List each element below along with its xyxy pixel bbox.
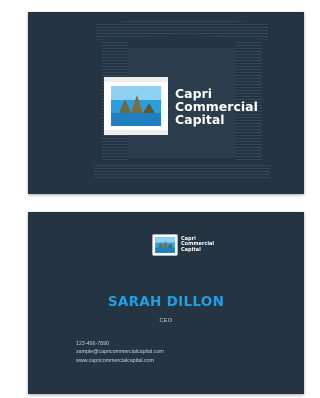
business-card-front: Capri Commercial Capital [28,12,304,194]
logo-text-small: Capri Commercial Capital [181,236,214,253]
phone-number: 123-456-7890 [76,341,109,347]
website-url: www.capricommercialcapital.com [76,357,155,364]
company-logo-small: Capri Commercial Capital [152,232,214,258]
person-title: CEO [159,318,173,324]
email-address: sample@capricommercialcapital.com [76,349,164,356]
contact-info: 123-456-7890 sample@capricommercialcapit… [76,340,164,365]
logo-line-2: Commercial [175,98,258,114]
capri-logo-badge-icon [104,77,168,135]
capri-logo-badge-icon [152,234,178,256]
logo-line-1: Capri [175,85,213,101]
business-card-back: Capri Commercial Capital SARAH DILLON CE… [28,212,304,394]
logo-line-3: Capital [175,111,225,127]
logo-text: Capri Commercial Capital [175,87,258,126]
person-name: SARAH DILLON [107,294,225,310]
company-logo: Capri Commercial Capital [103,73,258,139]
logo-line-3: Capital [181,246,201,253]
